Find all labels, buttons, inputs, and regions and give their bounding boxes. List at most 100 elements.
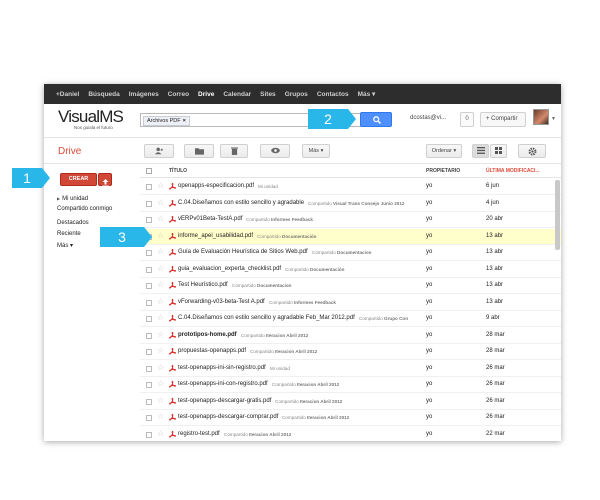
avatar[interactable] [533, 109, 549, 125]
user-email[interactable]: dcostas@vi... [410, 115, 446, 121]
file-name[interactable]: Test Heurístico.pdf [178, 282, 228, 288]
column-owner[interactable]: PROPIETARIO [426, 168, 460, 174]
preview-button[interactable] [260, 144, 290, 158]
select-all-checkbox[interactable] [146, 168, 152, 174]
file-row[interactable]: ☆ test-openapps-descargar-comprar.pdf Comp… [140, 410, 561, 426]
scrollbar[interactable] [555, 180, 560, 250]
file-row[interactable]: ☆ guia_evaluacion_experta_checklist.pdf Co… [140, 262, 561, 278]
file-row[interactable]: ☆ Test Heurístico.pdf Compartido Documenta… [140, 278, 561, 294]
search-filter-chip[interactable]: Archivos PDF × [143, 115, 190, 126]
row-checkbox[interactable] [146, 217, 152, 223]
file-row[interactable]: ☆ vERPv01Beta-TestA.pdf Compartido Informe… [140, 212, 561, 228]
star-icon[interactable]: ☆ [157, 363, 164, 372]
star-icon[interactable]: ☆ [157, 380, 164, 388]
chip-close-icon[interactable]: × [183, 118, 186, 124]
file-name[interactable]: guia_evaluacion_experta_checklist.pdf [178, 266, 281, 272]
row-checkbox[interactable] [146, 398, 152, 405]
file-row[interactable]: ☆ test-openapps-ini-con-registro.pdf Compa… [140, 377, 561, 393]
row-checkbox[interactable] [146, 316, 152, 322]
file-name[interactable]: vERPv01Beta-TestA.pdf [178, 216, 242, 222]
share-person-button[interactable] [144, 144, 174, 158]
file-name[interactable]: C.04.Diseñamos con estilo sencillo y agr… [178, 200, 304, 206]
sidebar-item-recent[interactable]: Reciente [57, 231, 81, 237]
file-name[interactable]: openapps-especificacion.pdf [178, 183, 254, 189]
star-icon[interactable]: ☆ [157, 347, 164, 355]
row-checkbox[interactable] [146, 365, 152, 372]
nav-more[interactable]: Más ▾ [358, 90, 376, 98]
star-icon[interactable]: ☆ [157, 297, 164, 306]
file-name[interactable]: prototipos-home.pdf [178, 332, 237, 338]
delete-button[interactable] [220, 144, 248, 158]
row-checkbox[interactable] [146, 349, 152, 355]
star-icon[interactable]: ☆ [157, 231, 164, 240]
more-actions-button[interactable]: Más ▾ [302, 144, 330, 158]
chevron-down-icon[interactable]: ▼ [551, 116, 556, 122]
row-checkbox[interactable] [146, 266, 152, 273]
file-collection-label[interactable]: Documentación [310, 267, 344, 272]
star-icon[interactable]: ☆ [157, 264, 164, 273]
nav-contacts[interactable]: Contactos [317, 91, 349, 98]
star-icon[interactable]: ☆ [157, 396, 164, 405]
star-icon[interactable]: ☆ [157, 182, 164, 190]
notifications-count[interactable]: 0 [460, 112, 474, 127]
nav-profile[interactable]: +Daniel [56, 91, 79, 98]
file-row[interactable]: ☆ prototipos-home.pdf Compartido Iteracion… [140, 328, 561, 344]
logo[interactable]: VisualMS Nos guiala el futuro [58, 108, 124, 131]
star-icon[interactable]: ☆ [157, 330, 164, 339]
nav-images[interactable]: Imágenes [129, 91, 159, 98]
file-row[interactable]: ☆ informe_apei_usabilidad.pdf Compartido D… [140, 228, 561, 245]
file-collection-label[interactable]: Iteracion Abril 2012 [297, 382, 339, 387]
sidebar-item-shared-with-me[interactable]: Compartido conmigo [57, 206, 112, 212]
file-collection-label[interactable]: Documentacion [337, 250, 371, 255]
nav-drive[interactable]: Drive [198, 91, 214, 98]
file-row[interactable]: ☆ registro-test.pdf Compartido Iteracion A… [140, 427, 561, 442]
file-row[interactable]: ☆ test-openapps-descargar-gratis.pdf Compa… [140, 394, 561, 410]
file-collection-label[interactable]: Informes Feedback [271, 217, 313, 222]
sort-button[interactable]: Ordenar ▾ [426, 144, 462, 158]
file-name[interactable]: C.04.Diseñamos con estilo sencillo y agr… [178, 315, 355, 321]
column-last-modified[interactable]: ÚLTIMA MODIFICACI... [486, 168, 540, 174]
move-to-folder-button[interactable] [184, 144, 214, 158]
file-name[interactable]: registro-test.pdf [178, 431, 220, 437]
file-collection-label[interactable]: Iteracion Abril 2012 [300, 399, 342, 404]
row-checkbox[interactable] [146, 200, 152, 207]
file-collection-label[interactable]: Iteracion Abril 2012 [249, 432, 291, 437]
file-name[interactable]: informe_apei_usabilidad.pdf [178, 233, 253, 239]
row-checkbox[interactable] [146, 184, 152, 190]
column-title[interactable]: TÍTULO [169, 168, 187, 174]
nav-calendar[interactable]: Calendar [223, 91, 251, 98]
nav-groups[interactable]: Grupos [285, 91, 308, 98]
list-view-button[interactable] [472, 144, 489, 158]
file-name[interactable]: vForwarding-v03-beta-Test A.pdf [178, 299, 265, 305]
row-checkbox[interactable] [146, 283, 152, 289]
row-checkbox[interactable] [146, 299, 152, 306]
file-collection-label[interactable]: Informes Feedback [294, 300, 336, 305]
file-row[interactable]: ☆ test-openapps-ini-sin-registro.pdf Mi un… [140, 361, 561, 377]
upload-button[interactable] [98, 173, 112, 187]
sidebar-item-more[interactable]: Más ▾ [57, 242, 73, 249]
share-button[interactable]: + Compartir [480, 112, 526, 127]
settings-button[interactable] [518, 144, 546, 158]
file-collection-label[interactable]: Iteracion Abril 2012 [307, 415, 349, 420]
file-row[interactable]: ☆ C.04.Diseñamos con estilo sencillo y ag… [140, 196, 561, 212]
file-collection-label[interactable]: Grupo Con [384, 316, 408, 321]
expand-arrow-icon[interactable]: ▶ [57, 196, 60, 201]
row-checkbox[interactable] [146, 415, 152, 421]
row-checkbox[interactable] [146, 431, 152, 438]
file-collection-label[interactable]: Documentacion [257, 283, 291, 288]
file-name[interactable]: propuestas-openapps.pdf [178, 348, 246, 354]
sidebar-item-my-drive[interactable]: ▶ Mi unidad [57, 196, 88, 202]
nav-sites[interactable]: Sites [260, 91, 276, 98]
star-icon[interactable]: ☆ [157, 198, 164, 207]
file-name[interactable]: test-openapps-ini-sin-registro.pdf [178, 365, 266, 371]
search-button[interactable] [360, 112, 392, 127]
nav-search[interactable]: Búsqueda [88, 91, 119, 98]
file-collection-label[interactable]: Visual Trans Consejo Junio 2012 [333, 201, 404, 206]
file-name[interactable]: test-openapps-descargar-gratis.pdf [178, 398, 271, 404]
star-icon[interactable]: ☆ [157, 215, 164, 223]
nav-mail[interactable]: Correo [168, 91, 189, 98]
row-checkbox[interactable] [146, 332, 152, 339]
file-row[interactable]: ☆ vForwarding-v03-beta-Test A.pdf Comparti… [140, 295, 561, 311]
file-name[interactable]: test-openapps-ini-con-registro.pdf [178, 381, 268, 387]
file-collection-label[interactable]: Documentación [282, 234, 316, 239]
